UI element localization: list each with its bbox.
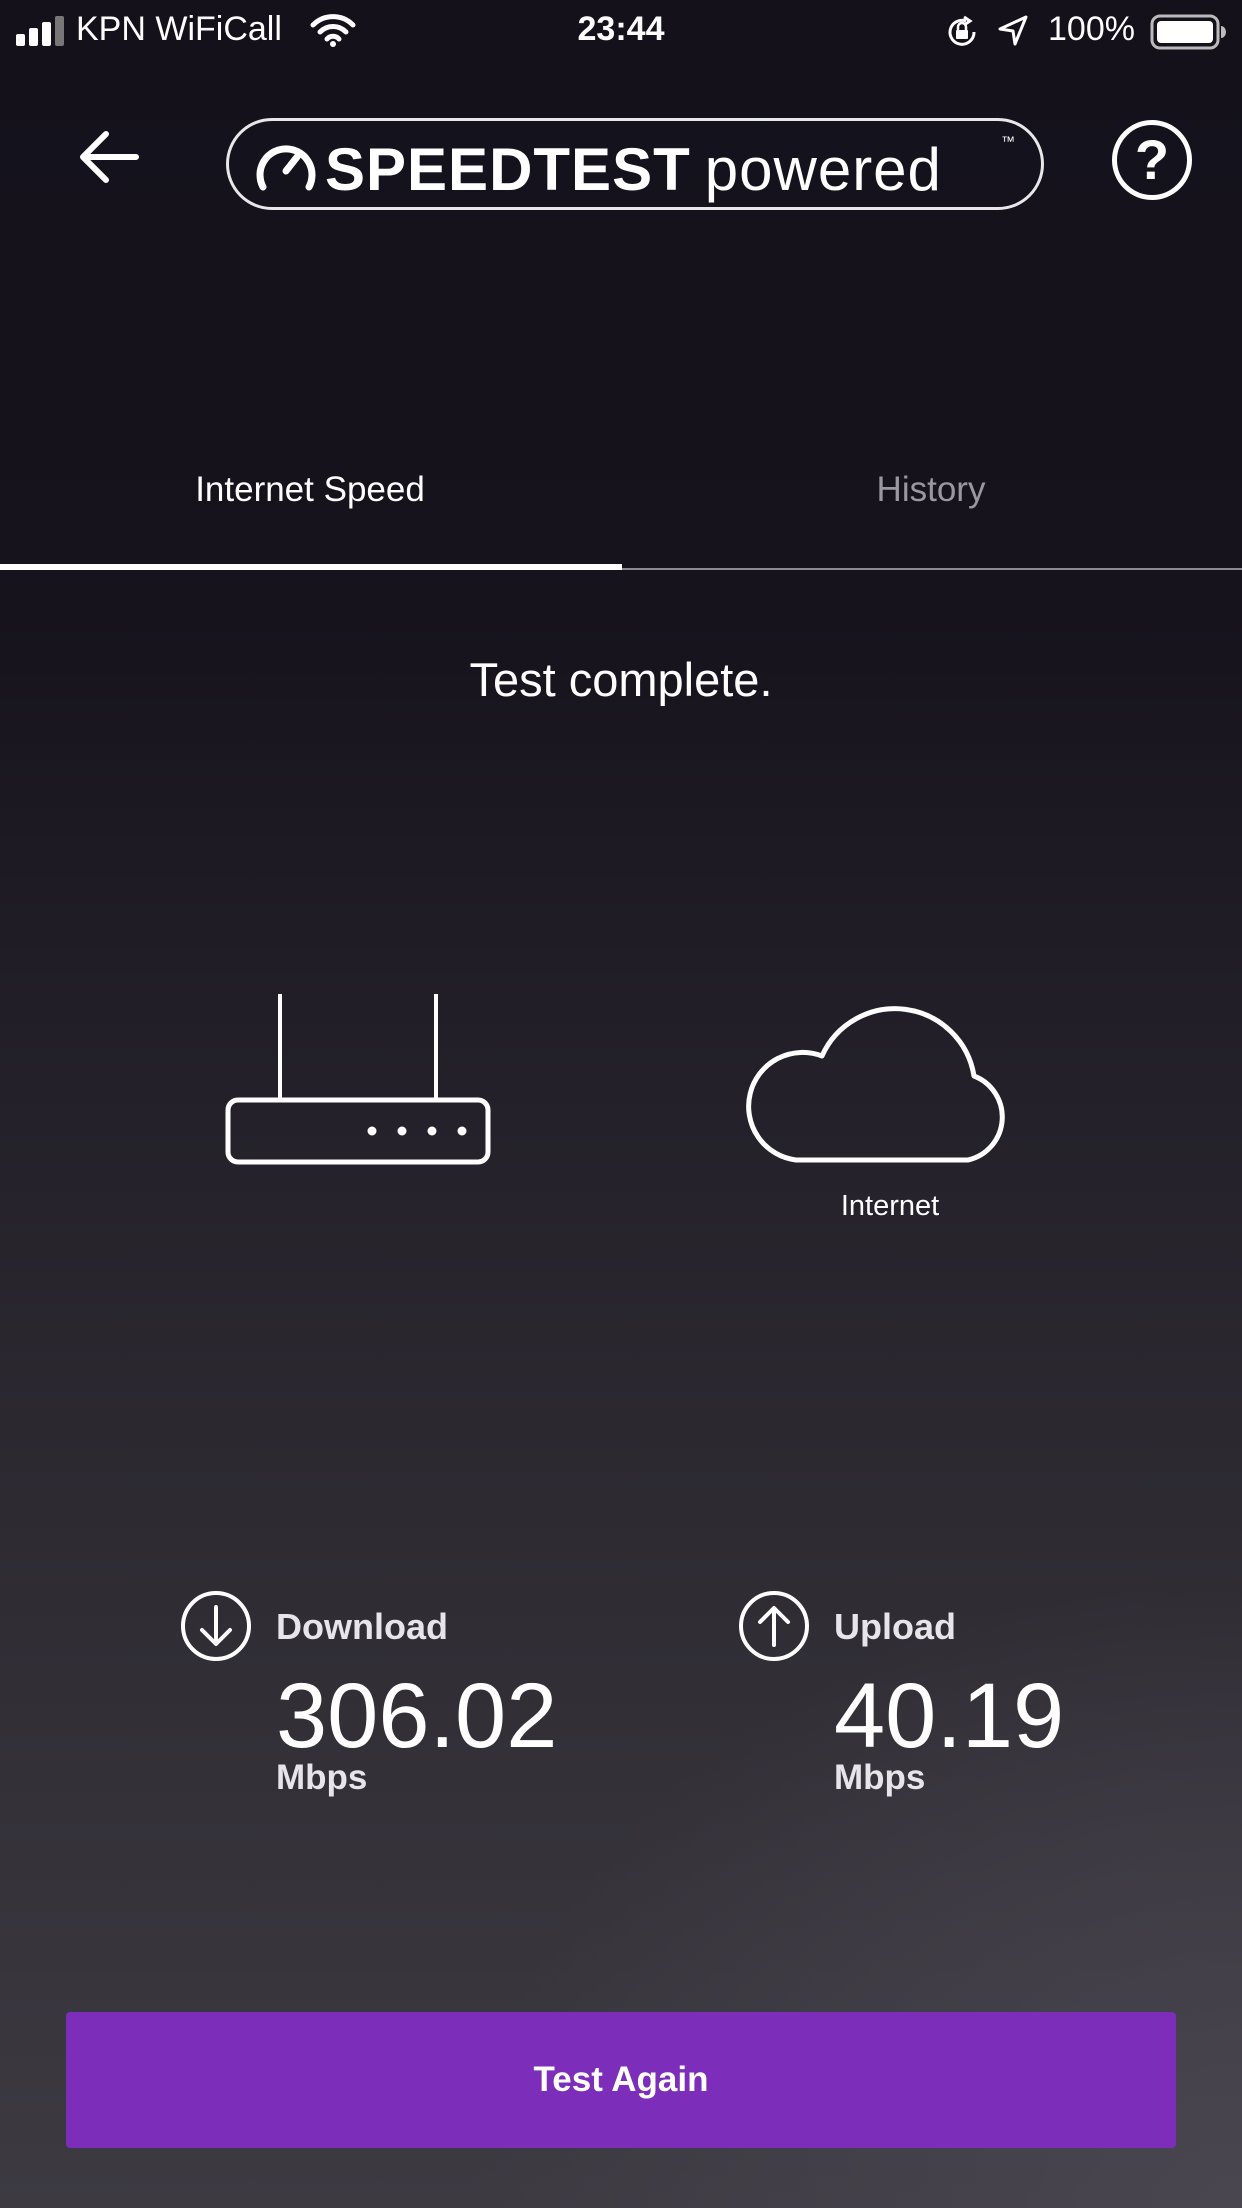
cloud-icon (746, 1006, 1005, 1163)
test-again-button[interactable]: Test Again (66, 2012, 1176, 2148)
upload-label: Upload (834, 1606, 956, 1647)
back-button[interactable] (72, 118, 158, 196)
download-icon (181, 1591, 251, 1661)
internet-label: Internet (840, 1190, 940, 1222)
download-value: 306.02 (276, 1665, 558, 1767)
tab-active-indicator (0, 564, 622, 570)
upload-icon (739, 1591, 809, 1661)
rotation-lock-icon (948, 15, 976, 46)
location-icon (998, 15, 1028, 46)
download-unit: Mbps (276, 1758, 368, 1797)
logo-brand: SPEEDTEST (325, 136, 691, 203)
logo-powered: powered (704, 136, 942, 203)
help-icon[interactable]: ? (1112, 120, 1192, 200)
trademark-symbol: ™ (1001, 133, 1015, 149)
download-label: Download (276, 1606, 448, 1647)
upload-value: 40.19 (834, 1665, 1065, 1767)
tab-history[interactable]: History (620, 470, 1242, 510)
battery-icon (1150, 14, 1226, 50)
upload-unit: Mbps (834, 1758, 926, 1797)
logo-text: SPEEDTEST powered (325, 135, 942, 204)
status-bar: KPN WiFiCall 23:44 100% (0, 0, 1242, 64)
test-status: Test complete. (469, 653, 773, 706)
back-arrow-icon (80, 131, 139, 183)
tab-internet-speed[interactable]: Internet Speed (0, 470, 620, 510)
speedtest-logo: SPEEDTEST powered ™ (226, 118, 1044, 210)
battery-percentage: 100% (1048, 10, 1135, 48)
speedometer-icon (256, 145, 316, 191)
router-icon (225, 994, 491, 1165)
